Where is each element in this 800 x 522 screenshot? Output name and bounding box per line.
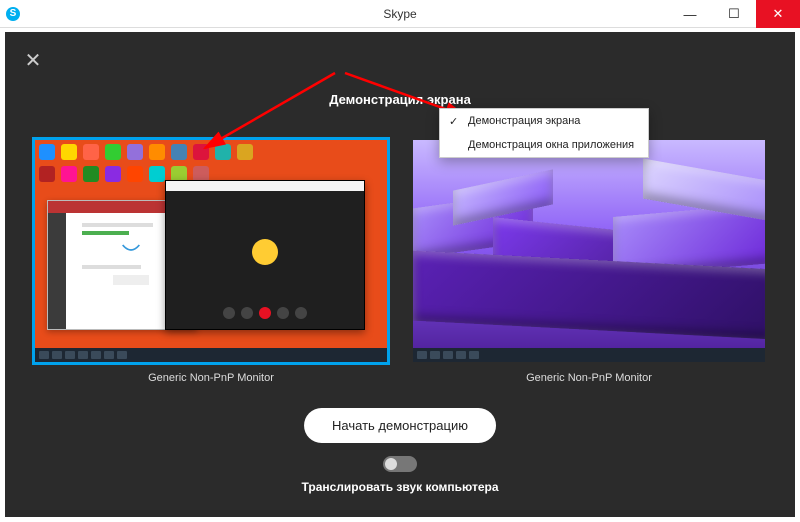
monitor-2-label: Generic Non-PnP Monitor [413,372,765,384]
maximize-button[interactable]: ☐ [712,0,756,28]
dropdown-item-window[interactable]: Демонстрация окна приложения [440,133,648,157]
share-screen-dialog: ✕ Демонстрация экрана Демонстрация экран… [5,32,795,517]
monitor-1-thumbnail [35,140,387,362]
start-sharing-button[interactable]: Начать демонстрацию [304,408,496,443]
audio-toggle[interactable] [383,456,417,472]
monitor-1-label: Generic Non-PnP Monitor [35,372,387,384]
share-mode-dropdown[interactable]: Демонстрация экрана Демонстрация окна пр… [439,108,649,158]
monitor-2-thumbnail [413,140,765,362]
audio-toggle-label: Транслировать звук компьютера [301,480,498,494]
titlebar: S Skype — ☐ ✕ [0,0,800,28]
window-close-button[interactable]: ✕ [756,0,800,28]
monitor-picker: Generic Non-PnP Monitor Generic Non-PnP … [5,140,795,384]
dialog-close-icon[interactable]: ✕ [23,50,43,70]
minimize-button[interactable]: — [668,0,712,28]
monitor-option-2[interactable]: Generic Non-PnP Monitor [413,140,765,384]
window-title: Skype [383,7,416,21]
dropdown-item-screen[interactable]: Демонстрация экрана [440,109,648,133]
monitor-option-1[interactable]: Generic Non-PnP Monitor [35,140,387,384]
toggle-knob [385,458,397,470]
dialog-heading: Демонстрация экрана [329,92,471,107]
skype-icon: S [6,7,20,21]
